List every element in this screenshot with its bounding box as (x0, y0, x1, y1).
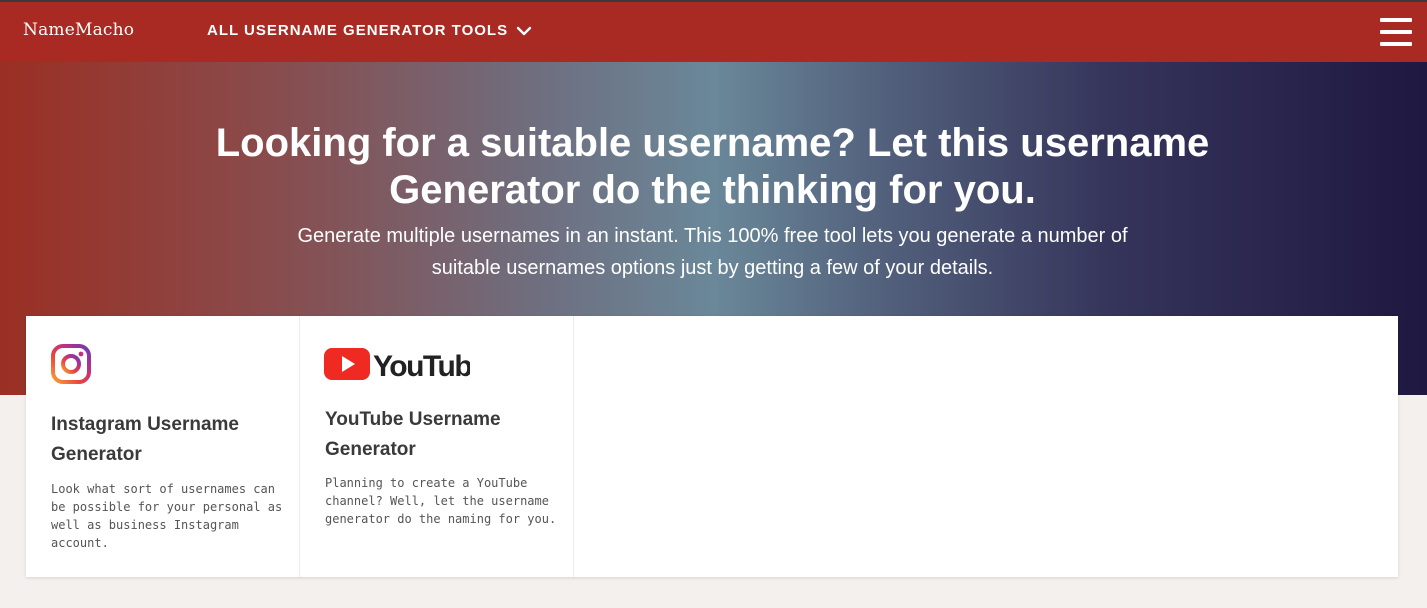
card-description: Look what sort of usernames can be possi… (51, 480, 282, 552)
card-title-line1: YouTube Username (325, 409, 501, 430)
hero-subtitle-line2: suitable usernames options just by getti… (431, 257, 994, 279)
navbar: NameMacho ALL USERNAME GENERATOR TOOLS (0, 2, 1427, 62)
card-desc-line: Planning to create a YouTube (325, 476, 528, 490)
brand-logo[interactable]: NameMacho (23, 20, 134, 40)
hero-title-line1: Looking for a suitable username? Let thi… (215, 121, 1210, 165)
chevron-down-icon (516, 26, 532, 35)
card-title-line1: Instagram Username (51, 414, 239, 435)
instagram-icon (51, 344, 91, 384)
card-description: Planning to create a YouTube channel? We… (325, 474, 556, 528)
youtube-generator-card[interactable]: YouTube YouTube Username Generator Plann… (300, 316, 574, 577)
tools-dropdown-label: ALL USERNAME GENERATOR TOOLS (207, 22, 509, 39)
hamburger-menu-icon[interactable] (1380, 18, 1412, 46)
card-desc-line: Look what sort of usernames can (51, 482, 275, 496)
hero-title-line2: Generator do the thinking for you. (389, 168, 1036, 212)
card-desc-line: account. (51, 536, 109, 550)
tools-card-grid: Instagram Username Generator Look what s… (26, 316, 1398, 577)
hero-subtitle-line1: Generate multiple usernames in an instan… (297, 225, 1128, 247)
card-title: Instagram Username Generator (51, 410, 239, 470)
tools-dropdown-button[interactable]: ALL USERNAME GENERATOR TOOLS (207, 22, 532, 39)
card-desc-line: channel? Well, let the username (325, 494, 549, 508)
instagram-generator-card[interactable]: Instagram Username Generator Look what s… (26, 316, 300, 577)
hero-title: Looking for a suitable username? Let thi… (150, 120, 1275, 214)
card-desc-line: generator do the naming for you. (325, 512, 557, 526)
card-title-line2: Generator (51, 444, 142, 465)
card-desc-line: be possible for your personal as (51, 500, 283, 514)
card-desc-line: well as business Instagram (51, 518, 239, 532)
card-title-line2: Generator (325, 439, 416, 460)
youtube-wordmark: YouTube (373, 350, 470, 381)
card-title: YouTube Username Generator (325, 405, 501, 465)
hero-subtitle: Generate multiple usernames in an instan… (230, 220, 1195, 284)
youtube-logo: YouTube (324, 348, 470, 381)
